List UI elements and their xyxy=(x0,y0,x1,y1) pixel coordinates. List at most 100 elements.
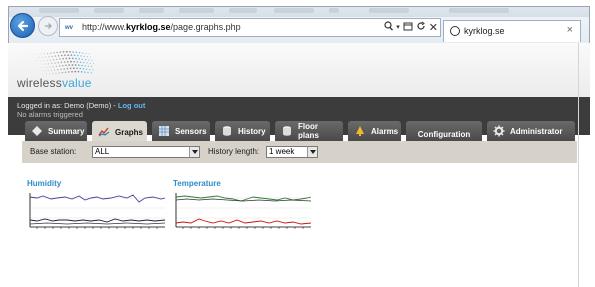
tab-summary[interactable]: Summary xyxy=(25,121,87,141)
logo-dot xyxy=(86,62,88,64)
logo-dot xyxy=(37,60,38,62)
logo-dot xyxy=(30,60,32,61)
logo-dot xyxy=(60,68,62,70)
address-tools: ▾ ✕ xyxy=(384,20,438,36)
logo-dot xyxy=(52,73,54,75)
logo-dot xyxy=(30,72,31,74)
logo-dot xyxy=(78,58,80,60)
logo-dot xyxy=(63,61,66,63)
temperature-graph-thumbnail[interactable] xyxy=(173,190,313,230)
logo-dot xyxy=(55,72,57,74)
chevron-down-icon xyxy=(307,147,317,157)
logo-dot xyxy=(36,73,38,74)
base-station-label: Base station: xyxy=(30,147,77,156)
logo-dot xyxy=(45,56,47,58)
logo-dot xyxy=(83,61,85,64)
logo-dot xyxy=(85,68,88,70)
logo-dot xyxy=(54,55,57,57)
refresh-icon[interactable] xyxy=(416,21,426,36)
compatibility-view-icon[interactable] xyxy=(403,21,413,36)
base-station-select[interactable]: ALL xyxy=(92,146,200,158)
logo-dot xyxy=(68,71,70,73)
logo[interactable]: wirelessvalue xyxy=(17,76,92,90)
logo-dot xyxy=(90,56,92,58)
logo-dot xyxy=(35,57,37,58)
browser-titlebar xyxy=(9,7,589,17)
humidity-graph-title[interactable]: Humidity xyxy=(27,179,61,188)
close-tab-icon[interactable]: × xyxy=(567,24,573,36)
logo-dot xyxy=(42,56,44,58)
logo-dot xyxy=(83,55,85,58)
tab-history[interactable]: History xyxy=(215,121,270,141)
forward-button[interactable] xyxy=(38,16,58,36)
logo-dot xyxy=(52,66,54,68)
logout-link[interactable]: Log out xyxy=(118,101,146,110)
logo-dot xyxy=(34,53,36,55)
url-text[interactable]: http://www.kyrklog.se/page.graphs.php xyxy=(82,22,241,32)
tab-sensors[interactable]: Sensors xyxy=(152,121,210,141)
temperature-graph-title[interactable]: Temperature xyxy=(173,179,221,188)
scrollbar-edge xyxy=(578,43,579,287)
logo-dot xyxy=(33,66,35,68)
tab-administrator[interactable]: Administrator xyxy=(487,121,575,141)
tab-graphs[interactable]: Graphs xyxy=(92,121,147,143)
logo-dot xyxy=(71,64,74,66)
logo-dot xyxy=(47,52,49,55)
tab-configuration[interactable]: Configuration xyxy=(406,121,482,141)
logo-dot xyxy=(81,64,83,67)
tab-alarms[interactable]: Alarms xyxy=(348,121,401,141)
logo-dot xyxy=(77,54,79,57)
logo-dot xyxy=(84,65,86,67)
humidity-series-upper xyxy=(29,194,166,203)
logo-dot xyxy=(38,63,40,65)
browser-tab[interactable]: kyrklog.se × xyxy=(443,20,581,42)
logo-dot xyxy=(42,73,44,75)
alarm-status: No alarms triggered xyxy=(17,110,83,119)
logo-dot xyxy=(91,66,93,68)
logo-dot xyxy=(48,63,50,65)
search-icon[interactable] xyxy=(384,20,394,36)
graph-controls: Base station: ALL History length: 1 week xyxy=(22,141,577,163)
logo-dot xyxy=(82,52,84,54)
logo-dot xyxy=(32,63,33,64)
logo-dot xyxy=(68,64,71,66)
logo-dot xyxy=(66,67,69,70)
logo-dot xyxy=(27,65,28,67)
logo-dot xyxy=(51,62,53,64)
address-bar[interactable]: wv http://www.kyrklog.se/page.graphs.php… xyxy=(59,18,441,37)
logo-dot xyxy=(44,70,46,72)
logo-dot xyxy=(85,52,87,54)
logo-dot xyxy=(39,73,41,75)
loading-icon xyxy=(450,26,460,36)
logo-dot xyxy=(77,70,80,73)
login-status: Logged in as: Demo (Demo) - Log out xyxy=(17,101,146,110)
stop-icon[interactable]: ✕ xyxy=(429,21,438,35)
logo-dot xyxy=(52,59,55,61)
logo-dot xyxy=(76,61,79,63)
back-arrow-icon xyxy=(17,20,28,31)
dropdown-chevron-icon[interactable]: ▾ xyxy=(396,21,400,35)
logo-dot xyxy=(92,69,94,71)
chevron-down-icon xyxy=(189,147,199,157)
humidity-series-low xyxy=(29,222,166,225)
logo-dot xyxy=(59,58,61,60)
humidity-graph-thumbnail[interactable] xyxy=(27,190,167,230)
humidity-series-lower xyxy=(29,218,166,223)
logo-dot xyxy=(88,59,90,61)
logo-dot xyxy=(80,71,83,73)
back-button[interactable] xyxy=(10,13,35,38)
logo-dot xyxy=(49,59,51,61)
logo-dot xyxy=(73,60,76,63)
bell-icon xyxy=(354,125,366,137)
logo-dot xyxy=(68,57,71,60)
logo-dot xyxy=(30,66,32,67)
logo-dot xyxy=(62,57,64,60)
logo-dot xyxy=(54,69,56,71)
tab-floor-plans[interactable]: Floor plans xyxy=(275,121,343,141)
logo-dot xyxy=(87,71,89,74)
history-length-select[interactable]: 1 week xyxy=(266,146,318,158)
logo-dot xyxy=(32,56,34,58)
logo-dot xyxy=(72,51,74,53)
logo-dot xyxy=(64,54,66,57)
logo-dot xyxy=(81,58,84,60)
